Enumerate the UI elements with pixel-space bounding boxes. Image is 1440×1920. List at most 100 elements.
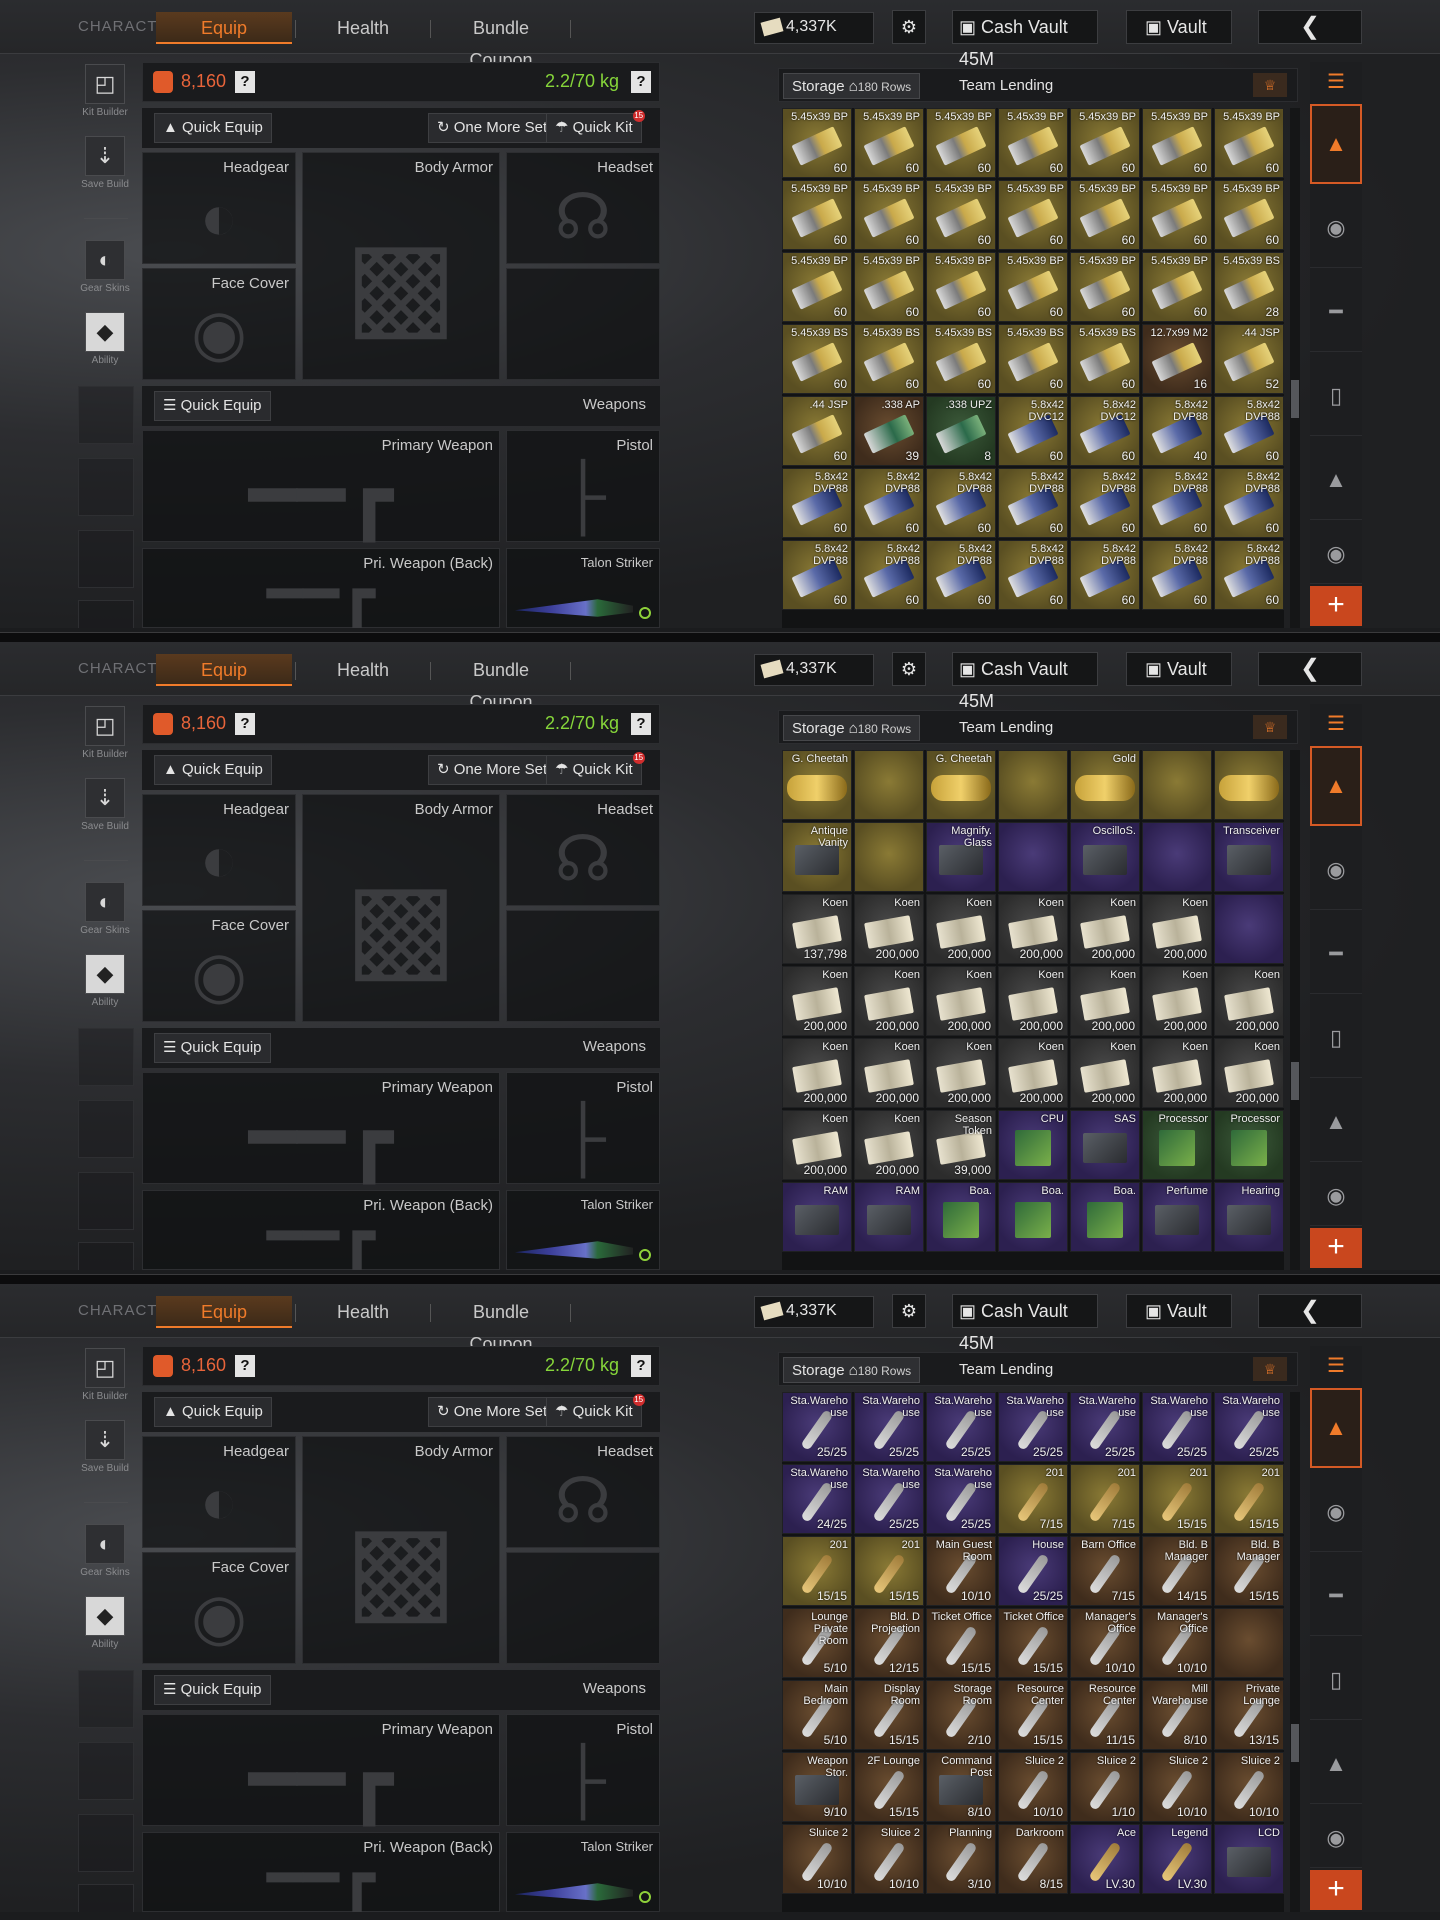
category-magazines[interactable]: ▯ [1310,356,1362,436]
storage-item[interactable]: Koen 200,000 [1142,1038,1212,1108]
storage-item[interactable] [1142,822,1212,892]
layers-icon[interactable]: ☰ [1310,62,1362,100]
storage-item[interactable]: 5.8x42 DVP88 60 [1142,468,1212,538]
category-weapons[interactable]: ━ [1310,272,1362,352]
storage-item[interactable]: CPU [998,1110,1068,1180]
layers-icon[interactable]: ☰ [1310,1346,1362,1384]
category-materials[interactable]: ◉ [1310,1808,1362,1868]
category-all[interactable]: ▲ [1310,1388,1362,1468]
storage-item[interactable]: Bld. D Projection 12/15 [854,1608,924,1678]
category-ammo[interactable]: ▲ [1310,1724,1362,1804]
storage-item[interactable]: Manager's Office 10/10 [1142,1608,1212,1678]
storage-item[interactable] [998,822,1068,892]
primary-weapon-slot[interactable]: Primary Weapon ━━┏ [142,430,500,542]
storage-item[interactable]: Boa. [1070,1182,1140,1252]
storage-item[interactable]: 5.45x39 BP 60 [854,108,924,178]
tab-team-lending[interactable]: Team Lending [951,715,1061,741]
storage-item[interactable]: Sta.Wareho use 24/25 [782,1464,852,1534]
storage-item[interactable]: Sta.Wareho use 25/25 [782,1392,852,1462]
storage-item[interactable]: 5.45x39 BP 60 [782,180,852,250]
help-icon[interactable]: ? [631,71,651,93]
storage-item[interactable]: 5.45x39 BP 60 [926,252,996,322]
storage-item[interactable]: Koen 200,000 [782,1038,852,1108]
storage-item[interactable]: Main Guest Room 10/10 [926,1536,996,1606]
storage-item[interactable]: Sluice 2 10/10 [998,1752,1068,1822]
quick-equip-button[interactable]: ▲ Quick Equip [154,755,272,785]
body-armor-slot[interactable]: Body Armor ▩ [302,152,500,380]
category-ammo[interactable]: ▲ [1310,1082,1362,1162]
storage-item[interactable]: Gold [1070,750,1140,820]
body-armor-slot[interactable]: Body Armor ▩ [302,1436,500,1664]
storage-item[interactable]: Processor [1214,1110,1284,1180]
storage-item[interactable]: 5.8x42 DVP88 60 [1214,540,1284,610]
storage-item[interactable]: Koen 200,000 [782,966,852,1036]
storage-item[interactable]: 5.45x39 BP 60 [1070,180,1140,250]
storage-item[interactable]: 5.45x39 BP 60 [1214,180,1284,250]
storage-item[interactable]: 5.45x39 BP 60 [998,180,1068,250]
storage-item[interactable]: G. Cheetah [782,750,852,820]
tab-storage[interactable]: Storage ⌂180 Rows [783,715,921,741]
storage-item[interactable]: .44 JSP 52 [1214,324,1284,394]
storage-item[interactable]: Weapon Stor. 9/10 [782,1752,852,1822]
tab-team-lending[interactable]: Team Lending [951,73,1061,99]
quick-kit-button[interactable]: ☂ Quick Kit 15 [546,752,645,785]
storage-item[interactable]: .44 JSP 60 [782,396,852,466]
face-cover-slot[interactable]: Face Cover ◉ [142,268,296,380]
back-button[interactable]: ❮ [1258,652,1362,686]
storage-scrollbar[interactable] [1290,108,1300,628]
storage-item[interactable]: Sta.Wareho use 25/25 [1142,1392,1212,1462]
headset-slot[interactable]: Headset ☊ [506,794,660,906]
storage-item[interactable]: Boa. [926,1182,996,1252]
tab-bundle-coupon[interactable]: Bundle Coupon [440,12,562,70]
quick-equip-button[interactable]: ▲ Quick Equip [154,1397,272,1427]
storage-item[interactable]: Darkroom 8/15 [998,1824,1068,1894]
storage-item[interactable]: Sta.Wareho use 25/25 [926,1464,996,1534]
headgear-slot[interactable]: Headgear ◐ [142,152,296,264]
storage-item[interactable]: Bld. B Manager 15/15 [1214,1536,1284,1606]
storage-item[interactable]: Perfume [1142,1182,1212,1252]
storage-item[interactable]: 5.8x42 DVC12 60 [1070,396,1140,466]
storage-item[interactable]: Koen 137,798 [782,894,852,964]
rail-slot[interactable] [78,458,134,516]
rail-slot[interactable] [78,600,134,628]
tab-storage[interactable]: Storage ⌂180 Rows [783,73,921,99]
storage-item[interactable]: 5.8x42 DVP88 60 [926,468,996,538]
category-weapons[interactable]: ━ [1310,1556,1362,1636]
pistol-slot[interactable]: Pistol ├ [506,1072,660,1184]
storage-item[interactable]: 5.45x39 BP 60 [1142,108,1212,178]
scrollbar-thumb[interactable] [1291,1062,1299,1100]
storage-item[interactable]: 5.45x39 BP 60 [1142,252,1212,322]
storage-item[interactable]: Mill Warehouse 8/10 [1142,1680,1212,1750]
storage-item[interactable]: Ace LV.30 [1070,1824,1140,1894]
category-gear[interactable]: ◉ [1310,830,1362,910]
quick-equip-weapons-button[interactable]: ☰ Quick Equip [154,391,271,421]
storage-scrollbar[interactable] [1290,750,1300,1270]
help-icon[interactable]: ? [235,71,255,93]
storage-item[interactable]: Planning 3/10 [926,1824,996,1894]
vault-button[interactable]: ▣ Vault [1126,652,1232,686]
melee-slot[interactable]: Talon Striker [506,548,660,628]
gear-skins[interactable]: ◐ Gear Skins [80,1524,130,1578]
user-lock-button[interactable]: ⚙ [892,10,926,44]
storage-item[interactable]: 5.8x42 DVP88 60 [782,540,852,610]
quick-equip-weapons-button[interactable]: ☰ Quick Equip [154,1033,271,1063]
headset-slot[interactable]: Headset ☊ [506,1436,660,1548]
pri-weapon-back-slot[interactable]: Pri. Weapon (Back) ━━┏ [142,1190,500,1270]
add-category-button[interactable]: + [1310,586,1362,626]
storage-item[interactable]: 5.8x42 DVP88 60 [854,540,924,610]
gear-skins[interactable]: ◐ Gear Skins [80,240,130,294]
gear-skins[interactable]: ◐ Gear Skins [80,882,130,936]
storage-item[interactable]: RAM [854,1182,924,1252]
melee-slot[interactable]: Talon Striker [506,1190,660,1270]
help-icon[interactable]: ? [235,713,255,735]
rail-slot[interactable] [78,1814,134,1872]
save-build[interactable]: ⇣ Save Build [81,778,129,832]
storage-item[interactable]: Koen 200,000 [926,1038,996,1108]
storage-item[interactable]: Koen 200,000 [1070,1038,1140,1108]
category-magazines[interactable]: ▯ [1310,998,1362,1078]
category-all[interactable]: ▲ [1310,104,1362,184]
storage-item[interactable]: 5.8x42 DVP88 60 [998,468,1068,538]
help-icon[interactable]: ? [631,1355,651,1377]
storage-item[interactable]: Lounge Private Room 5/10 [782,1608,852,1678]
storage-item[interactable]: 12.7x99 M2 16 [1142,324,1212,394]
